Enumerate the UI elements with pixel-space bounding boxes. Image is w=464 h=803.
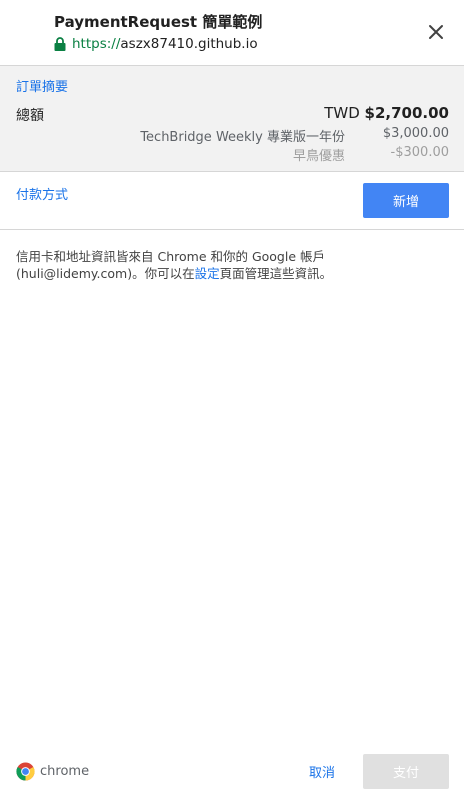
payment-method-label: 付款方式 <box>16 188 69 203</box>
chrome-brand-label: chrome <box>40 764 90 779</box>
origin-url: https://aszx87410.github.io <box>54 36 258 52</box>
page-title: PaymentRequest 簡單範例 <box>54 13 263 31</box>
cancel-button[interactable]: 取消 <box>296 754 348 789</box>
line-item-amount: -$300.00 <box>390 145 449 160</box>
pay-button[interactable]: 支付 <box>363 754 449 789</box>
order-summary[interactable]: 訂單摘要 總額 TWD $2,700.00 TechBridge Weekly … <box>0 66 464 172</box>
chrome-brand: chrome <box>16 762 89 781</box>
add-payment-button[interactable]: 新增 <box>363 183 449 218</box>
total-amount: $2,700.00 <box>364 104 449 122</box>
line-item: 早鳥優惠 -$300.00 <box>293 145 449 164</box>
line-item-label: TechBridge Weekly 專業版一年份 <box>140 130 345 145</box>
url-scheme: https:// <box>72 36 121 52</box>
info-text-after: 頁面管理這些資訊。 <box>219 266 333 281</box>
line-item-amount: $3,000.00 <box>382 126 449 141</box>
line-item: TechBridge Weekly 專業版一年份 $3,000.00 <box>140 126 449 145</box>
dialog-footer: chrome 取消 支付 <box>0 743 464 803</box>
info-text: 信用卡和地址資訊皆來自 Chrome 和你的 Google 帳戶 (huli@l… <box>16 248 448 282</box>
total-currency: TWD <box>324 104 360 122</box>
total-value: TWD $2,700.00 <box>324 104 449 122</box>
settings-link[interactable]: 設定 <box>195 266 220 281</box>
payment-method-section: 付款方式 新增 <box>0 172 464 230</box>
order-summary-label: 訂單摘要 <box>16 80 69 95</box>
chrome-logo-icon <box>16 762 35 781</box>
dialog-header: PaymentRequest 簡單範例 https://aszx87410.gi… <box>0 0 464 66</box>
close-icon[interactable] <box>424 20 448 44</box>
lock-icon <box>54 37 66 51</box>
line-item-label: 早鳥優惠 <box>292 149 345 164</box>
url-host: aszx87410.github.io <box>120 36 258 52</box>
total-label: 總額 <box>16 108 44 124</box>
